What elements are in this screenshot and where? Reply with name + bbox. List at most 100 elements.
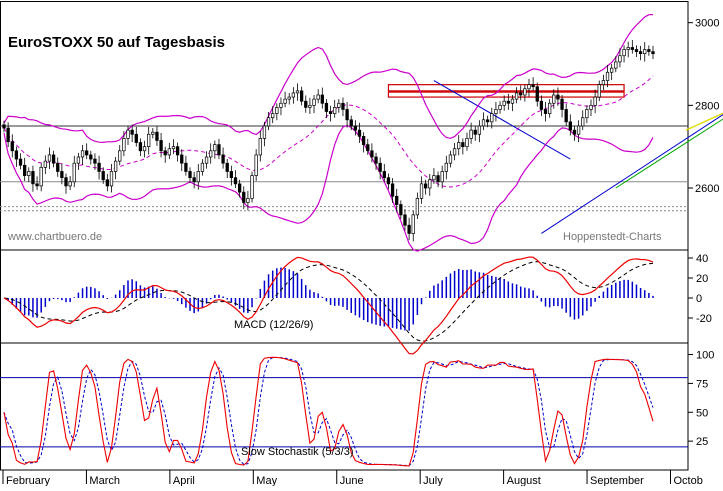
candle-body xyxy=(605,71,610,81)
candle-body xyxy=(407,224,411,234)
candle-body xyxy=(622,49,626,57)
candle-body xyxy=(399,204,403,216)
candle-body xyxy=(386,177,391,185)
candle-body xyxy=(299,90,304,102)
month-label: May xyxy=(256,475,277,486)
candle-body xyxy=(229,171,234,179)
month-label: June xyxy=(340,475,364,486)
candle-body xyxy=(345,109,349,121)
candle-body xyxy=(217,144,221,156)
candle-body xyxy=(192,177,196,183)
macd-panel xyxy=(3,256,654,355)
candle-body xyxy=(523,88,527,96)
candle-body xyxy=(258,138,262,156)
candle-body xyxy=(23,164,27,176)
candle-body xyxy=(548,102,552,114)
chart-svg: 2600 2800 3000 40 20 0 -20 100 75 50 25 February Mar… xyxy=(0,1,723,487)
candle-body xyxy=(618,55,622,63)
candle-body xyxy=(312,98,316,106)
candle-body xyxy=(204,156,209,164)
macd-signal-line xyxy=(3,261,654,342)
stoch-tick-label: 25 xyxy=(696,436,708,448)
candle-body xyxy=(287,96,291,100)
candle-body xyxy=(254,154,258,176)
candle-body xyxy=(452,148,457,156)
month-label: August xyxy=(507,475,541,486)
candle-body xyxy=(494,109,498,114)
candle-body xyxy=(519,92,523,96)
candle-body xyxy=(395,195,399,205)
watermark-right: Hoppenstedt-Charts xyxy=(563,231,662,243)
candle-body xyxy=(196,171,200,183)
candle-body xyxy=(366,144,370,152)
candle-body xyxy=(188,171,192,179)
month-label: February xyxy=(6,475,51,486)
axis-labels: 2600 2800 3000 40 20 0 -20 100 75 50 25 February Mar… xyxy=(2,18,719,487)
candle-body xyxy=(440,171,444,183)
candle-body xyxy=(481,119,486,127)
price-tick-label: 2800 xyxy=(695,100,719,112)
month-label: April xyxy=(173,475,195,486)
candle-body xyxy=(531,84,535,88)
candle-body xyxy=(113,160,118,172)
candle-body xyxy=(527,84,531,90)
candle-body xyxy=(275,107,279,114)
stoch-tick-label: 50 xyxy=(696,407,708,419)
candle-body xyxy=(403,214,407,226)
month-label: Octob xyxy=(673,475,702,486)
candle-body xyxy=(237,183,242,193)
candle-body xyxy=(415,197,420,216)
price-tick-label: 3000 xyxy=(695,18,719,30)
candle-body xyxy=(556,94,560,100)
candle-body xyxy=(159,140,163,152)
macd-tick-label: 40 xyxy=(696,253,708,265)
candle-body xyxy=(490,113,494,123)
candle-body xyxy=(89,154,93,160)
candle-body xyxy=(134,133,138,143)
candle-body xyxy=(630,47,634,50)
candle-body xyxy=(539,100,544,110)
candle-body xyxy=(14,150,19,160)
candle-body xyxy=(333,107,337,114)
candle-body xyxy=(27,171,31,176)
candle-body xyxy=(465,138,469,148)
resistance-zone xyxy=(387,91,625,98)
candle-body xyxy=(597,84,601,98)
candle-body xyxy=(93,158,97,164)
candle-body xyxy=(266,117,271,127)
candle-body xyxy=(428,179,432,189)
candle-body xyxy=(514,92,519,100)
month-label: March xyxy=(89,475,120,486)
candle-body xyxy=(341,102,345,110)
candle-body xyxy=(378,162,382,172)
candle-body xyxy=(448,154,453,164)
candle-body xyxy=(572,129,577,135)
candle-body xyxy=(64,177,68,187)
stoch-tick-label: 75 xyxy=(696,378,708,390)
candle-body xyxy=(142,146,147,152)
candle-body xyxy=(151,131,155,135)
candle-body xyxy=(535,86,539,102)
candle-body xyxy=(473,129,477,135)
month-label: July xyxy=(423,475,443,486)
candle-body xyxy=(47,154,52,162)
candle-body xyxy=(469,129,473,139)
candle-body xyxy=(552,94,556,104)
candle-body xyxy=(411,214,415,234)
candle-body xyxy=(72,162,76,183)
candle-body xyxy=(163,150,167,156)
month-label: September xyxy=(590,475,644,486)
candle-body xyxy=(221,154,225,164)
candle-body xyxy=(213,144,217,152)
candle-body xyxy=(320,94,324,104)
candle-body xyxy=(374,156,378,164)
macd-line xyxy=(3,256,654,355)
candle-body xyxy=(564,109,568,123)
candle-body xyxy=(138,142,143,152)
candle-body xyxy=(576,125,581,135)
candle-body xyxy=(382,171,386,179)
candle-body xyxy=(283,98,287,104)
candle-body xyxy=(568,121,572,131)
candle-body xyxy=(328,111,333,114)
candle-body xyxy=(461,142,465,148)
